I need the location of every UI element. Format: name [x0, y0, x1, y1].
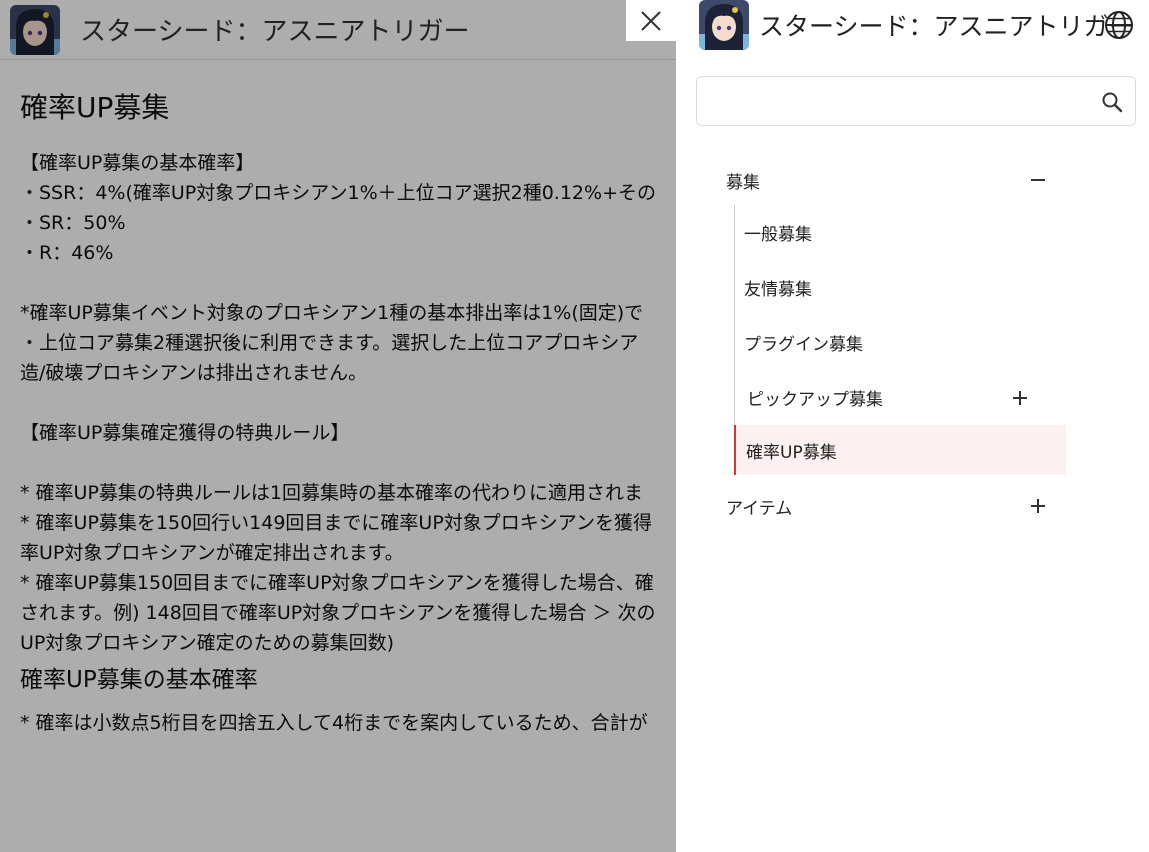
close-icon	[641, 10, 661, 31]
search-input[interactable]	[697, 77, 1087, 125]
nav-category-items[interactable]: アイテム	[726, 481, 1066, 531]
nav-item-label: プラグイン募集	[744, 335, 863, 355]
nav-category-label: アイテム	[726, 498, 793, 519]
drawer-nav: 募集 一般募集 友情募集 プラグイン募集 ピックアップ募集 確率UP募集 アイテ…	[726, 155, 1066, 531]
nav-item-plugin-recruit[interactable]: プラグイン募集	[735, 315, 1066, 370]
search-box	[696, 76, 1136, 126]
nav-item-label: ピックアップ募集	[747, 390, 883, 410]
nav-item-general-recruit[interactable]: 一般募集	[735, 205, 1066, 260]
minus-icon[interactable]	[1030, 172, 1046, 188]
nav-category-label: 募集	[726, 172, 760, 193]
nav-item-friend-recruit[interactable]: 友情募集	[735, 260, 1066, 315]
plus-icon[interactable]	[1030, 498, 1046, 514]
plus-icon[interactable]	[1012, 390, 1028, 406]
close-drawer-button[interactable]	[626, 0, 676, 41]
nav-sublist-recruit: 一般募集 友情募集 プラグイン募集 ピックアップ募集 確率UP募集	[734, 205, 1066, 475]
avatar-image	[699, 0, 749, 50]
nav-item-label: 一般募集	[744, 225, 812, 245]
nav-category-recruit[interactable]: 募集	[726, 155, 1066, 205]
modal-overlay[interactable]	[0, 0, 676, 852]
globe-icon[interactable]	[1104, 10, 1134, 40]
drawer-header: スターシード：アスニアトリガー	[676, 0, 1149, 50]
search-icon[interactable]	[1101, 91, 1123, 113]
nav-item-pickup-recruit[interactable]: ピックアップ募集	[735, 370, 1066, 425]
nav-item-label: 確率UP募集	[746, 442, 837, 463]
nav-item-rateup-recruit[interactable]: 確率UP募集	[734, 425, 1066, 475]
drawer-site-title[interactable]: スターシード：アスニアトリガー	[759, 7, 1134, 43]
nav-item-label: 友情募集	[744, 280, 812, 300]
drawer-logo-avatar[interactable]	[699, 0, 749, 50]
nav-drawer: スターシード：アスニアトリガー 募集 一般募集 友情募集 プラグイン募集 ピック…	[676, 0, 1149, 852]
